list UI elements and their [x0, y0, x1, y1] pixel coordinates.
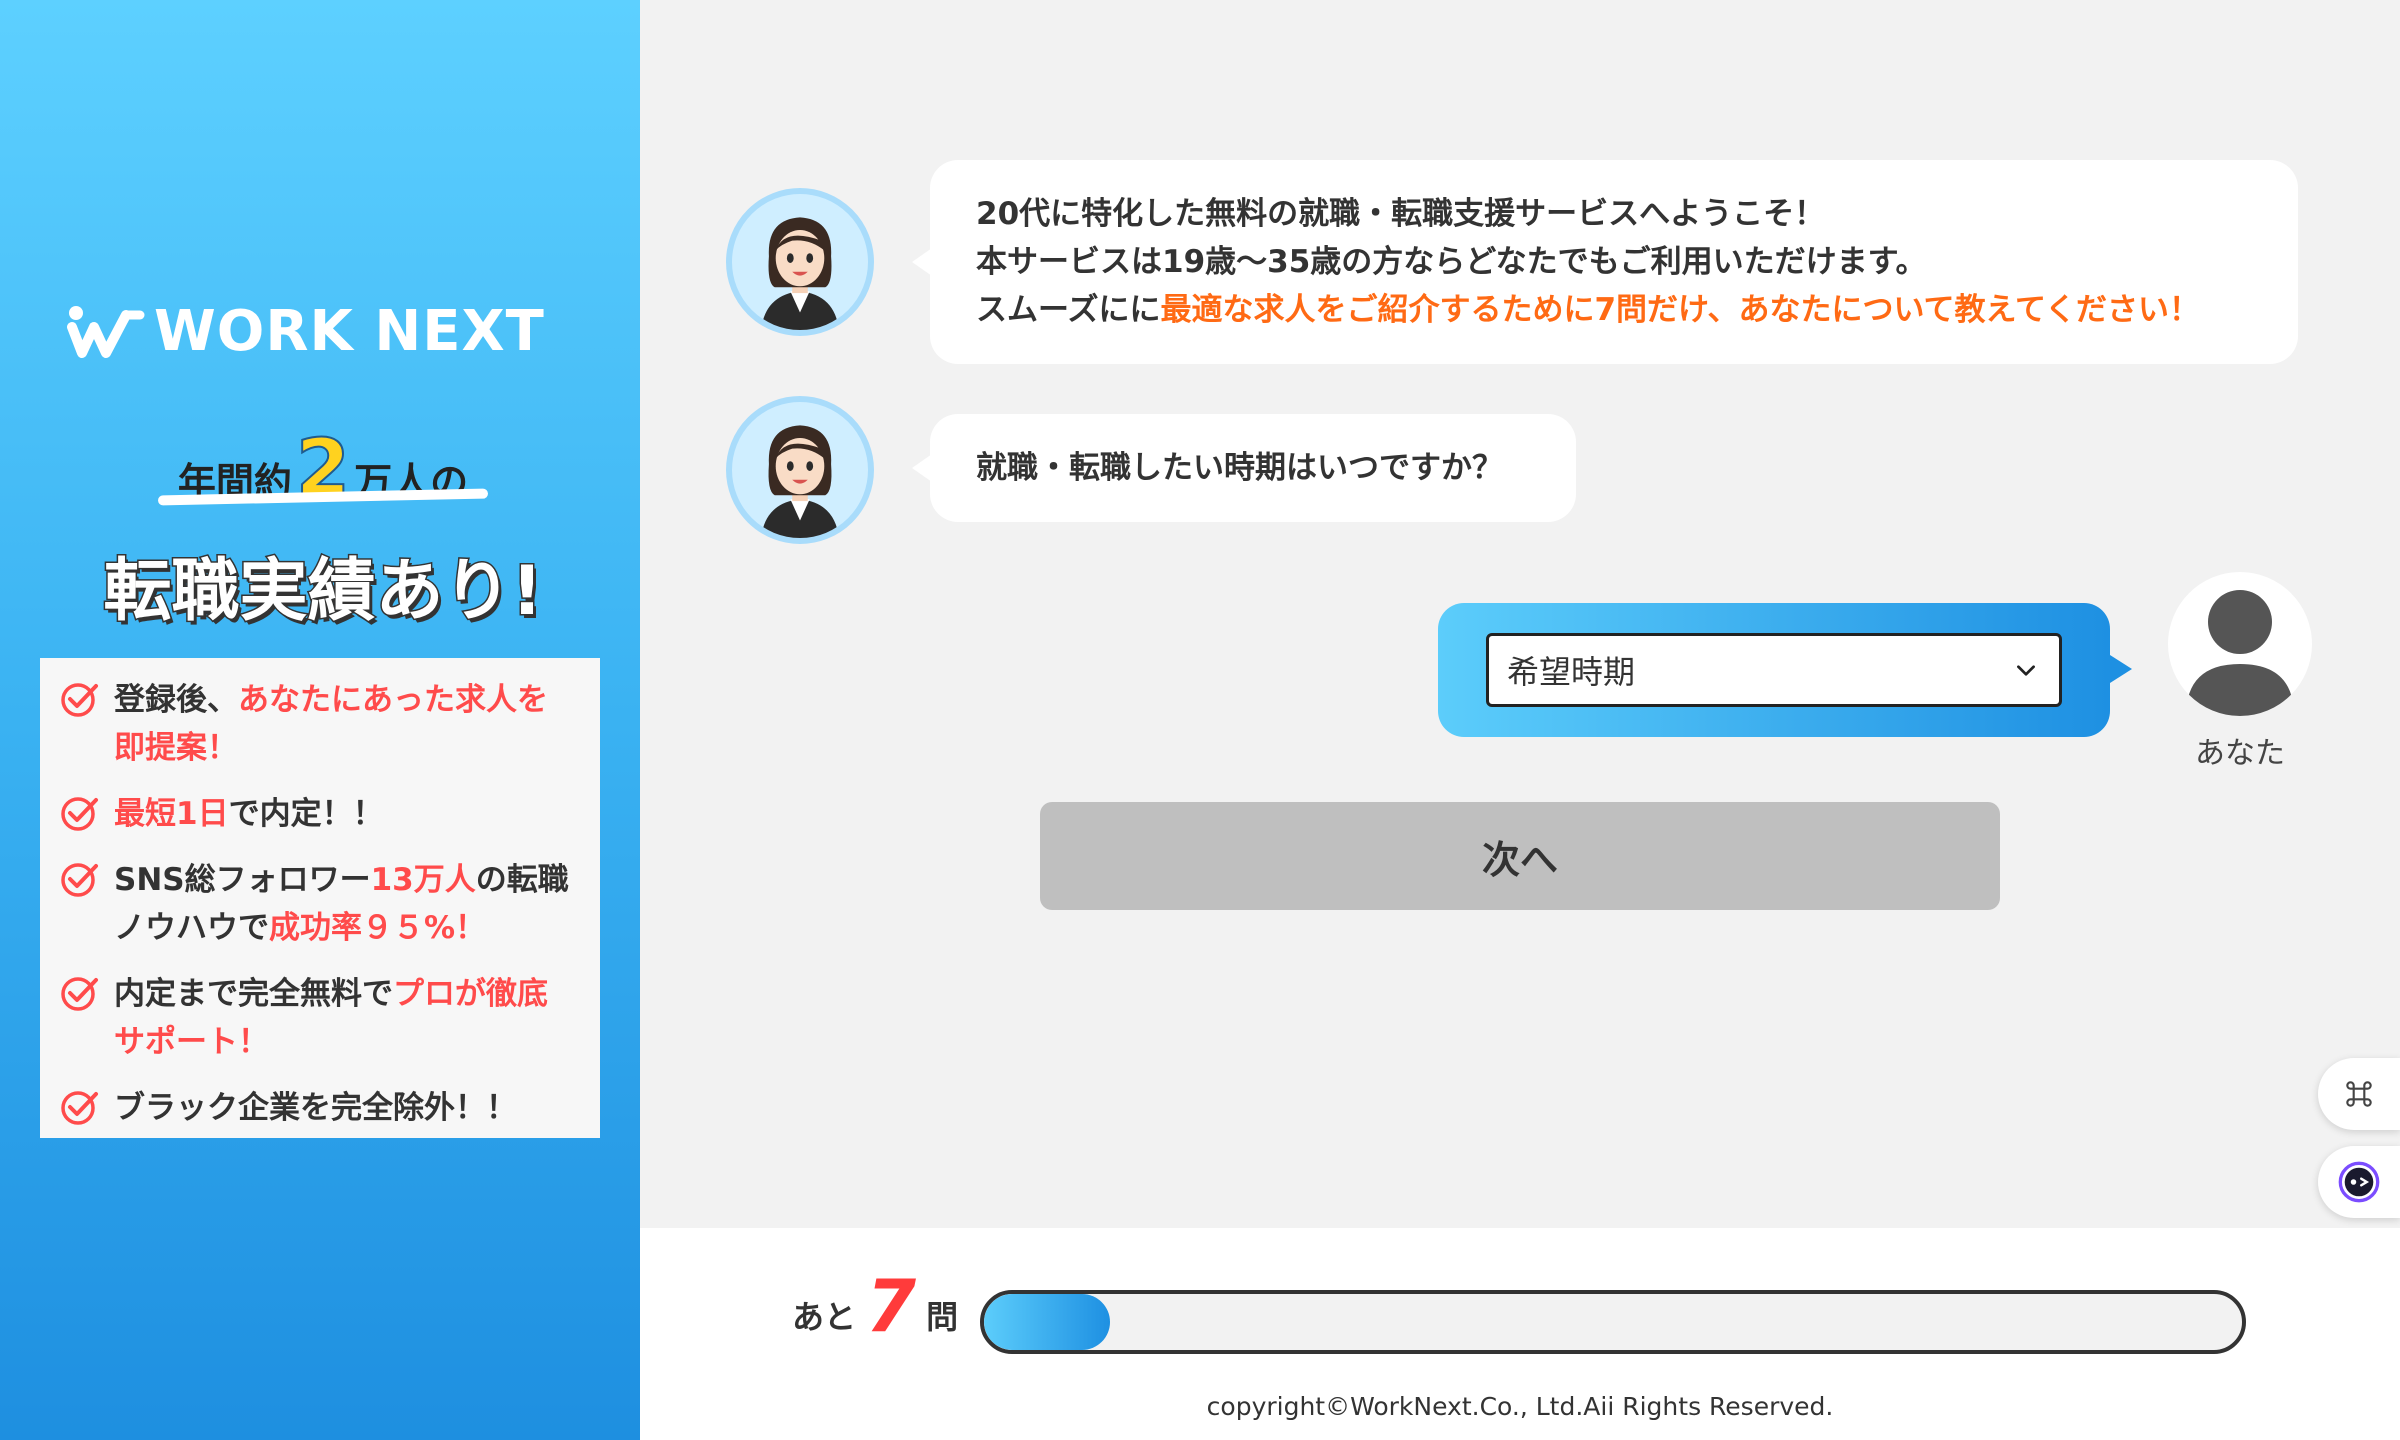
check-circle-icon	[61, 797, 98, 831]
welcome-line-3: スムーズにに最適な求人をご紹介するために7問だけ、あなたについて教えてください！	[976, 286, 2252, 334]
feature-item: 最短1日で内定！！	[58, 790, 584, 838]
tagline-main: 転職実績あり!	[102, 551, 544, 633]
feature-item: 内定まで完全無料でプロが徹底サポート！	[58, 970, 584, 1066]
welcome-line-3-plain: スムーズにに	[976, 292, 1161, 328]
remaining-pre: あと	[792, 1298, 857, 1336]
advisor-portrait-icon	[761, 217, 839, 330]
assistant-floating-button[interactable]	[2318, 1146, 2400, 1218]
check-circle-icon	[61, 1091, 98, 1125]
remaining-count: 7	[866, 1264, 917, 1348]
chevron-down-icon	[2017, 665, 2035, 676]
welcome-line-2: 本サービスは19歳〜35歳の方ならどなたでもご利用いただけます。	[976, 244, 1927, 280]
user-silhouette-icon	[2186, 590, 2294, 716]
desired-timing-select[interactable]: 希望時期	[1486, 633, 2062, 707]
feature-text-line: 内定まで完全無料でプロが徹底	[114, 970, 548, 1018]
user-label: あなた	[2195, 736, 2285, 771]
user-answer-bubble: 希望時期	[1438, 603, 2132, 737]
feature-plain: 内定まで完全無料で	[114, 976, 393, 1012]
check-circle-icon	[61, 683, 98, 717]
progress-fill	[984, 1294, 1110, 1350]
feature-text-line: 最短1日で内定！！	[114, 790, 384, 838]
feature-item: ブラック企業を完全除外！！	[58, 1084, 584, 1132]
feature-highlight: 成功率９５%！	[269, 910, 487, 946]
logo-text: WORK NEXT	[154, 298, 545, 364]
feature-plain: で内定！！	[228, 796, 384, 832]
desired-timing-value: 希望時期	[1507, 653, 1636, 691]
feature-plain: ノウハウで	[114, 910, 269, 946]
progress-bar	[980, 1290, 2246, 1354]
user-avatar	[2168, 572, 2312, 716]
advisor-portrait-icon	[761, 425, 839, 538]
check-circle-icon	[61, 977, 98, 1011]
feature-plain: SNS総フォロワー	[114, 862, 371, 898]
feature-plain: 登録後、	[114, 682, 238, 718]
feature-plain: の転職	[475, 862, 569, 898]
feature-text: SNS総フォロワー13万人の転職 ノウハウで成功率９５%！	[114, 856, 569, 952]
copyright: copyright©WorkNext.Co., Ltd.Aii Rights R…	[1206, 1392, 1834, 1421]
work-next-logo[interactable]: WORK NEXT	[66, 296, 586, 366]
feature-highlight: 13万人	[370, 862, 476, 898]
logo-mark-icon	[67, 306, 145, 358]
feature-text-line: サポート！	[114, 1018, 548, 1066]
next-button[interactable]: 次へ	[1040, 802, 2000, 910]
feature-text-line: 登録後、あなたにあった求人を	[114, 676, 548, 724]
advisor-message-welcome: 20代に特化した無料の就職・転職支援サービスへようこそ！ 本サービスは19歳〜3…	[912, 160, 2298, 364]
command-floating-button[interactable]	[2318, 1058, 2400, 1130]
feature-list: 登録後、あなたにあった求人を 即提案！ 最短1日で内定！！ SNS総フォロワー13万人…	[40, 658, 600, 1138]
feature-item: 登録後、あなたにあった求人を 即提案！	[58, 676, 584, 772]
feature-highlight: 即提案！	[114, 730, 238, 766]
feature-text: ブラック企業を完全除外！！	[114, 1084, 517, 1132]
footer: あと 7 問 copyright©WorkNext.Co., Ltd.Aii R…	[640, 1228, 2400, 1440]
assistant-bot-icon	[2338, 1161, 2380, 1203]
feature-text-line: 即提案！	[114, 724, 548, 772]
remaining-questions: あと 7 問	[792, 1270, 958, 1342]
feature-plain: ブラック企業を完全除外！！	[114, 1090, 517, 1126]
command-icon	[2346, 1081, 2372, 1107]
feature-highlight: 最短1日	[114, 796, 229, 832]
feature-text-line: SNS総フォロワー13万人の転職	[114, 856, 569, 904]
feature-highlight: サポート！	[114, 1024, 269, 1060]
feature-highlight: あなたにあった求人を	[238, 682, 548, 718]
welcome-line-1: 20代に特化した無料の就職・転職支援サービスへようこそ！	[976, 196, 1826, 232]
remaining-post: 問	[926, 1298, 959, 1336]
sidebar: WORK NEXT 年間約 2 万人の 転職実績あり! 登録後、あなたにあった求…	[0, 0, 640, 1440]
welcome-line-3-highlight: 最適な求人をご紹介するために7問だけ、あなたについて教えてください！	[1160, 292, 2201, 328]
advisor-message-question: 就職・転職したい時期はいつですか？	[912, 414, 1576, 522]
feature-text: 最短1日で内定！！	[114, 790, 384, 838]
advisor-avatar	[726, 396, 874, 544]
feature-text: 登録後、あなたにあった求人を 即提案！	[114, 676, 548, 772]
feature-text: 内定まで完全無料でプロが徹底サポート！	[114, 970, 548, 1066]
feature-text-line: ブラック企業を完全除外！！	[114, 1084, 517, 1132]
feature-text-line: ノウハウで成功率９５%！	[114, 904, 569, 952]
feature-item: SNS総フォロワー13万人の転職 ノウハウで成功率９５%！	[58, 856, 584, 952]
feature-highlight: プロが徹底	[393, 976, 548, 1012]
advisor-avatar	[726, 188, 874, 336]
check-circle-icon	[61, 863, 98, 897]
